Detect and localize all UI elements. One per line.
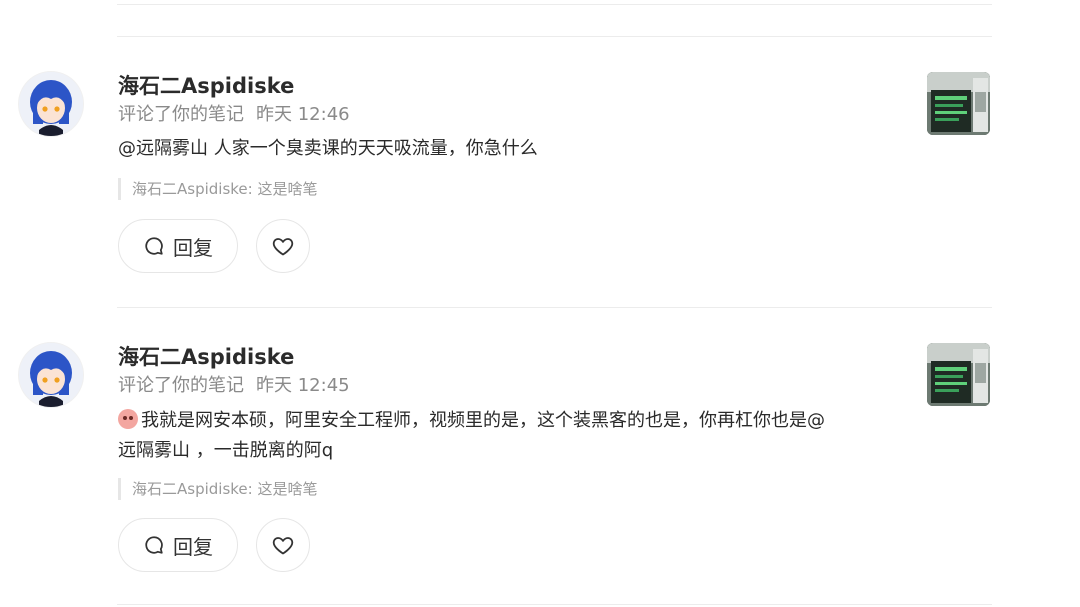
heart-icon: [272, 537, 294, 555]
quoted-comment: 海石二Aspidiske: 这是啥笔: [118, 178, 317, 200]
divider: [117, 604, 992, 605]
note-thumbnail-image: [927, 343, 990, 406]
reply-label: 回复: [173, 235, 213, 260]
divider: [117, 307, 992, 308]
reply-button[interactable]: 回复: [118, 219, 238, 273]
reply-label: 回复: [173, 534, 213, 559]
avatar-image: [19, 343, 83, 407]
comment-meta: 评论了你的笔记 昨天 12:45: [118, 371, 350, 397]
emoji-icon: [118, 409, 138, 429]
top-divider: [117, 4, 992, 5]
reply-button[interactable]: 回复: [118, 518, 238, 572]
avatar[interactable]: [19, 343, 83, 407]
comment-text-line: 我就是网安本硕，阿里安全工程师，视频里的是，这个装黑客的也是，你再杠你也是@: [141, 410, 825, 431]
action-text: 评论了你的笔记: [118, 104, 244, 125]
comment-text: 我就是网安本硕，阿里安全工程师，视频里的是，这个装黑客的也是，你再杠你也是@ 远…: [118, 406, 908, 466]
avatar[interactable]: [19, 72, 83, 136]
comment-text-line: 远隔雾山 ，一击脱离的阿q: [118, 440, 334, 461]
divider: [117, 36, 992, 37]
quoted-comment: 海石二Aspidiske: 这是啥笔: [118, 478, 317, 500]
note-thumbnail[interactable]: [927, 72, 990, 135]
like-button[interactable]: [256, 518, 310, 572]
chat-bubble-icon: [145, 536, 163, 554]
action-text: 评论了你的笔记: [118, 375, 244, 396]
timestamp: 昨天 12:45: [256, 375, 350, 396]
username[interactable]: 海石二Aspidiske: [118, 70, 294, 100]
username[interactable]: 海石二Aspidiske: [118, 341, 294, 371]
comment-text: @远隔雾山 人家一个臭卖课的天天吸流量，你急什么: [118, 138, 538, 159]
timestamp: 昨天 12:46: [256, 104, 350, 125]
note-thumbnail-image: [927, 72, 990, 135]
like-button[interactable]: [256, 219, 310, 273]
avatar-image: [19, 72, 83, 136]
note-thumbnail[interactable]: [927, 343, 990, 406]
chat-bubble-icon: [145, 237, 163, 255]
heart-icon: [272, 238, 294, 256]
comment-meta: 评论了你的笔记 昨天 12:46: [118, 100, 350, 126]
